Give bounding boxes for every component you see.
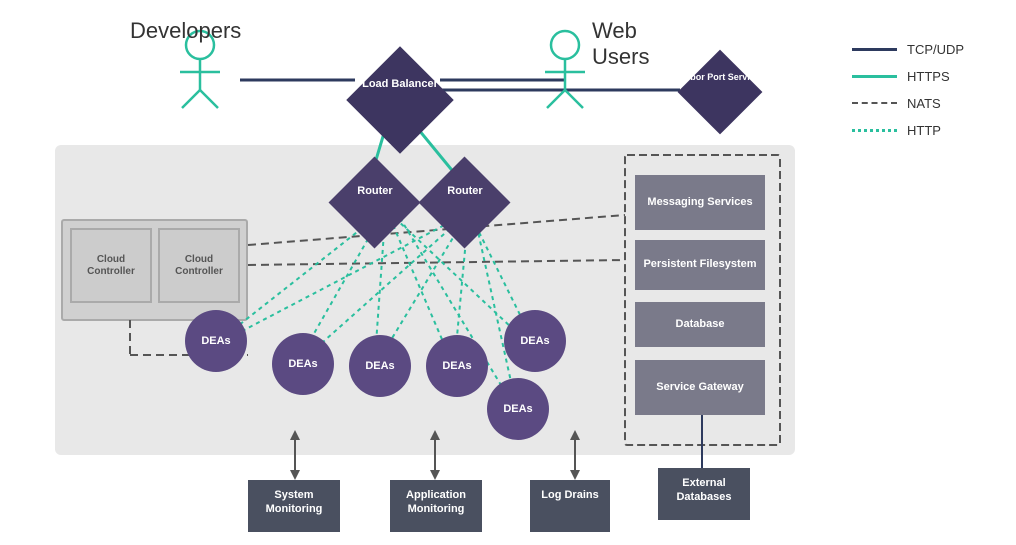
- database-node: Database: [635, 302, 765, 347]
- deas6-node: DEAs: [487, 378, 549, 440]
- service-gateway-node: Service Gateway: [635, 360, 765, 415]
- legend-nats: NATS: [852, 96, 980, 111]
- http-label: HTTP: [907, 123, 941, 138]
- legend-http: HTTP: [852, 123, 980, 138]
- diagram-container: Developers WebUsers Load Balancer Harbor…: [0, 0, 1016, 545]
- tcp-udp-label: TCP/UDP: [907, 42, 964, 57]
- nats-line: [852, 102, 897, 105]
- harbor-port-label: Harbor Port Services: [672, 72, 768, 83]
- external-databases-box: External Databases: [658, 468, 750, 520]
- application-monitoring-box: Application Monitoring: [390, 480, 482, 532]
- log-drains-box: Log Drains: [530, 480, 610, 532]
- load-balancer-label: Load Balancer: [345, 78, 455, 91]
- router2-label: Router: [420, 185, 510, 198]
- developers-label: Developers: [130, 18, 241, 44]
- tcp-udp-line: [852, 48, 897, 51]
- nats-label: NATS: [907, 96, 941, 111]
- https-line: [852, 75, 897, 78]
- deas3-node: DEAs: [349, 335, 411, 397]
- deas5-node: DEAs: [504, 310, 566, 372]
- legend-tcp-udp: TCP/UDP: [852, 42, 980, 57]
- web-users-label: WebUsers: [592, 18, 649, 70]
- router1-label: Router: [330, 185, 420, 198]
- messaging-services-node: Messaging Services: [635, 175, 765, 230]
- legend-https: HTTPS: [852, 69, 980, 84]
- deas1-node: DEAs: [185, 310, 247, 372]
- legend: TCP/UDP HTTPS NATS HTTP: [836, 30, 996, 162]
- deas4-node: DEAs: [426, 335, 488, 397]
- cloud-controller2-node: Cloud Controller: [158, 228, 240, 303]
- https-label: HTTPS: [907, 69, 950, 84]
- system-monitoring-box: System Monitoring: [248, 480, 340, 532]
- http-line: [852, 129, 897, 132]
- persistent-filesystem-node: Persistent Filesystem: [635, 240, 765, 290]
- cloud-controller1-node: Cloud Controller: [70, 228, 152, 303]
- deas2-node: DEAs: [272, 333, 334, 395]
